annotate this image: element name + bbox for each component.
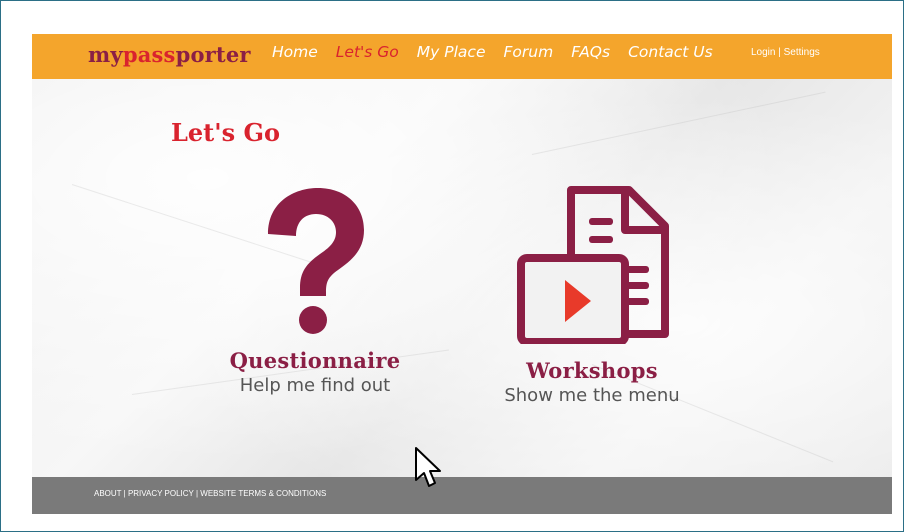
nav-home[interactable]: Home bbox=[272, 43, 318, 61]
mouse-pointer-icon bbox=[415, 447, 441, 487]
footer-links[interactable]: ABOUT | PRIVACY POLICY | WEBSITE TERMS &… bbox=[94, 489, 326, 498]
header-bar: mypassporter Home Let's Go My Place Foru… bbox=[32, 34, 892, 79]
settings-link[interactable]: Settings bbox=[784, 47, 820, 58]
nav-my-place[interactable]: My Place bbox=[417, 43, 486, 61]
workshops-subtitle: Show me the menu bbox=[504, 385, 680, 406]
logo-my: my bbox=[88, 42, 123, 67]
site-logo[interactable]: mypassporter bbox=[88, 42, 251, 67]
nav-contact-us[interactable]: Contact Us bbox=[628, 43, 713, 61]
account-links: Login | Settings bbox=[751, 47, 820, 58]
main-nav: Home Let's Go My Place Forum FAQs Contac… bbox=[272, 43, 731, 61]
logo-porter: porter bbox=[175, 42, 251, 67]
footer-bar: ABOUT | PRIVACY POLICY | WEBSITE TERMS &… bbox=[32, 477, 892, 514]
workshops-title: Workshops bbox=[526, 358, 658, 383]
account-separator: | bbox=[775, 47, 784, 58]
nav-forum[interactable]: Forum bbox=[503, 43, 553, 61]
screen-frame: mypassporter Home Let's Go My Place Foru… bbox=[0, 0, 904, 532]
document-video-icon bbox=[517, 186, 669, 344]
login-link[interactable]: Login bbox=[751, 47, 775, 58]
question-mark-icon bbox=[268, 188, 364, 334]
page-title: Let's Go bbox=[171, 118, 280, 147]
nav-lets-go[interactable]: Let's Go bbox=[336, 43, 399, 61]
questionnaire-subtitle: Help me find out bbox=[239, 375, 391, 396]
paper-crease bbox=[531, 91, 826, 155]
nav-faqs[interactable]: FAQs bbox=[571, 43, 610, 61]
website-page: mypassporter Home Let's Go My Place Foru… bbox=[32, 34, 892, 514]
questionnaire-option[interactable]: Questionnaire Help me find out bbox=[200, 184, 430, 396]
workshops-option[interactable]: Workshops Show me the menu bbox=[472, 184, 712, 406]
logo-pass: pass bbox=[122, 42, 176, 67]
questionnaire-title: Questionnaire bbox=[229, 348, 401, 373]
